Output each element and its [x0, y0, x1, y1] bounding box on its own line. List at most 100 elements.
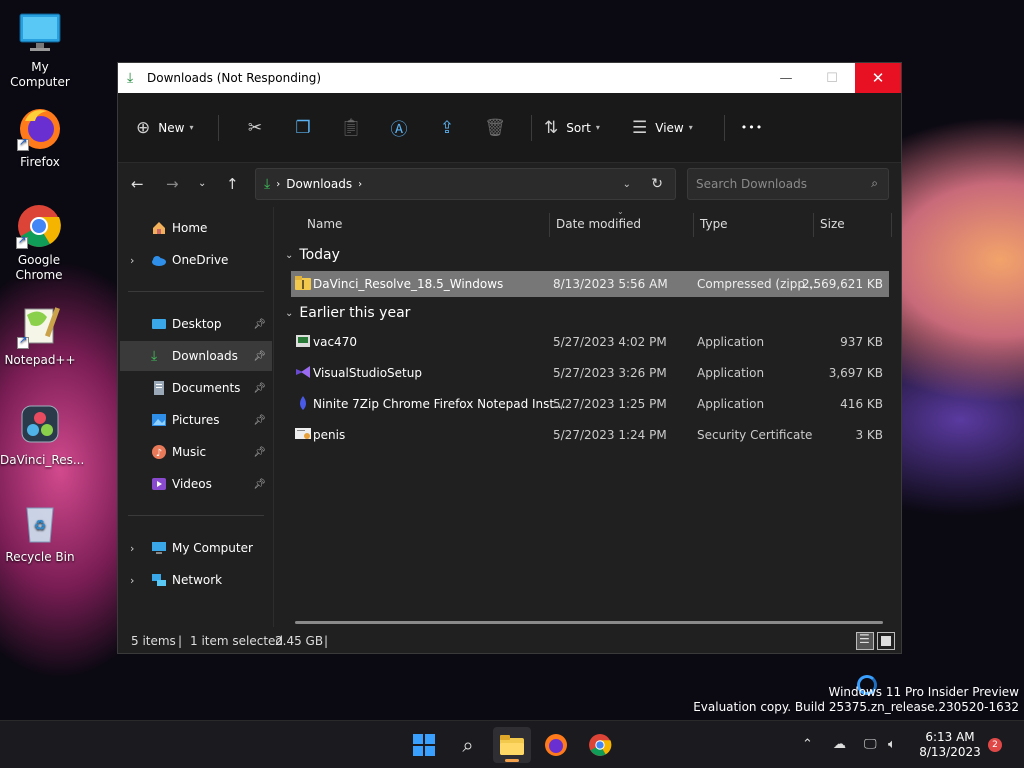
monitor-icon — [17, 10, 63, 56]
paste-button[interactable]: 📋︎ — [327, 112, 375, 144]
file-type: Security Certificate — [697, 428, 813, 442]
nav-item-my-computer[interactable]: › My Computer — [120, 533, 272, 563]
pin-icon[interactable]: 📌︎ — [253, 479, 266, 490]
tray-overflow-chevron-icon[interactable]: ⌃ — [802, 737, 813, 752]
file-name: VisualStudioSetup — [313, 366, 422, 380]
network-disconnected-icon[interactable]: ☁︎ — [833, 737, 846, 752]
column-header-date[interactable]: Date modified — [556, 217, 641, 231]
nav-item-pictures[interactable]: Pictures 📌︎ — [120, 405, 272, 435]
cut-button[interactable]: ✂ — [231, 112, 279, 144]
table-row[interactable]: VisualStudioSetup 5/27/2023 3:26 PM Appl… — [291, 360, 889, 386]
desktop-icon-my-computer[interactable]: My Computer — [0, 10, 80, 90]
watermark-line: Evaluation copy. Build 25375.zn_release.… — [693, 700, 1019, 714]
address-dropdown-chevron-icon[interactable]: ⌄ — [623, 179, 631, 190]
table-row[interactable]: Ninite 7Zip Chrome Firefox Notepad Inst.… — [291, 391, 889, 417]
table-row[interactable]: DaVinci_Resolve_18.5_Windows 8/13/2023 5… — [291, 271, 889, 297]
horizontal-scrollbar[interactable] — [295, 621, 883, 624]
delete-button[interactable]: 🗑︎ — [471, 112, 519, 144]
nav-item-music[interactable]: ♪ Music 📌︎ — [120, 437, 272, 467]
column-header-type[interactable]: Type — [700, 217, 728, 231]
pin-icon[interactable]: 📌︎ — [253, 319, 266, 330]
nav-item-documents[interactable]: Documents 📌︎ — [120, 373, 272, 403]
desktop-icon-label: My Computer — [10, 60, 70, 89]
column-header-size[interactable]: Size — [820, 217, 845, 231]
desktop-icon-chrome[interactable]: Google Chrome — [0, 203, 78, 283]
tiles-view-button[interactable] — [877, 632, 895, 650]
desktop-icon-firefox[interactable]: Firefox — [0, 105, 80, 170]
toolbar-divider — [218, 114, 219, 141]
pin-icon[interactable]: 📌︎ — [253, 351, 266, 362]
rename-button[interactable]: Ⓐ — [375, 112, 423, 144]
chevron-down-icon: ▾ — [595, 123, 600, 132]
minimize-button[interactable]: — — [763, 63, 809, 93]
expand-chevron-icon[interactable]: › — [130, 542, 134, 555]
view-button[interactable]: ☰ View ▾ — [632, 112, 712, 144]
tiles-view-icon — [881, 636, 891, 646]
taskbar-search-button[interactable]: ⌕ — [449, 727, 487, 763]
search-input[interactable] — [696, 177, 856, 191]
volume-icon[interactable]: 🔈︎ — [888, 737, 896, 752]
search-box[interactable]: ⌕ — [687, 168, 889, 200]
details-view-button[interactable]: ☰ — [856, 632, 874, 650]
nav-divider — [128, 291, 264, 292]
pin-icon[interactable]: 📌︎ — [253, 415, 266, 426]
nav-item-desktop[interactable]: Desktop 📌︎ — [120, 309, 272, 339]
nav-label: Downloads — [172, 349, 238, 363]
taskbar-file-explorer[interactable] — [493, 727, 531, 763]
group-label: Earlier this year — [299, 305, 411, 321]
group-header-earlier[interactable]: ⌄ Earlier this year — [285, 305, 410, 321]
taskbar-chrome[interactable] — [581, 727, 619, 763]
expand-chevron-icon[interactable]: › — [130, 574, 134, 587]
more-options-button[interactable]: ••• — [737, 112, 767, 144]
address-bar[interactable]: ⤓ › Downloads › ⌄ ↻ — [255, 168, 676, 200]
taskbar-firefox[interactable] — [537, 727, 575, 763]
toolbar-divider — [531, 114, 532, 141]
nav-item-videos[interactable]: Videos 📌︎ — [120, 469, 272, 499]
desktop-icon-notepadpp[interactable]: Notepad++ — [0, 303, 80, 368]
clock-time: 6:13 AM — [925, 730, 975, 744]
trash-icon: 🗑︎ — [484, 117, 506, 138]
column-divider[interactable] — [549, 213, 550, 237]
desktop-icon-recycle-bin[interactable]: ♻ Recycle Bin — [0, 500, 80, 565]
refresh-icon[interactable]: ↻ — [651, 176, 663, 192]
sort-button[interactable]: ⇅ Sort ▾ — [544, 112, 622, 144]
recent-locations-chevron-icon[interactable]: ⌄ — [198, 178, 206, 189]
close-button[interactable]: ✕ — [855, 63, 901, 93]
column-divider[interactable] — [813, 213, 814, 237]
new-button[interactable]: ⊕ New ▾ — [136, 112, 206, 144]
column-header-name[interactable]: Name — [307, 217, 342, 231]
pin-icon[interactable]: 📌︎ — [253, 447, 266, 458]
start-button[interactable] — [405, 727, 443, 763]
taskbar-clock[interactable]: 6:13 AM 8/13/2023 — [918, 730, 982, 760]
battery-display-icon[interactable]: 🖵︎ — [864, 737, 877, 752]
collapse-chevron-icon: ⌄ — [285, 307, 294, 319]
nav-item-network[interactable]: › Network — [120, 565, 272, 595]
back-arrow-icon[interactable]: ← — [131, 175, 144, 193]
download-arrow-icon: ⤓ — [264, 176, 271, 192]
status-selected: 1 item selected — [190, 634, 284, 648]
nav-item-home[interactable]: Home — [120, 213, 272, 243]
chevron-down-icon: ▾ — [688, 123, 693, 132]
new-label: New — [158, 120, 185, 135]
table-row[interactable]: penis 5/27/2023 1:24 PM Security Certifi… — [291, 422, 889, 448]
clock-date: 8/13/2023 — [919, 745, 981, 759]
toolbar-divider — [724, 114, 725, 141]
copy-button[interactable]: ❐ — [279, 112, 327, 144]
file-date: 8/13/2023 5:56 AM — [553, 277, 668, 291]
title-bar[interactable]: ⤓ Downloads (Not Responding) — ☐ ✕ — [118, 63, 901, 93]
pin-icon[interactable]: 📌︎ — [253, 383, 266, 394]
column-divider[interactable] — [693, 213, 694, 237]
notification-badge[interactable]: 2 — [988, 738, 1002, 752]
column-divider[interactable] — [891, 213, 892, 237]
group-header-today[interactable]: ⌄ Today — [285, 247, 340, 263]
nav-item-downloads[interactable]: ⤓ Downloads 📌︎ — [120, 341, 272, 371]
forward-arrow-icon[interactable]: → — [166, 175, 179, 193]
share-button[interactable]: ⇪ — [423, 112, 471, 144]
desktop-icon-davinci[interactable]: DaVinci_Res... — [0, 403, 84, 468]
expand-chevron-icon[interactable]: › — [130, 254, 134, 267]
nav-item-onedrive[interactable]: › OneDrive — [120, 245, 272, 275]
up-arrow-icon[interactable]: ↑ — [226, 175, 239, 193]
breadcrumb-downloads[interactable]: Downloads — [286, 177, 352, 191]
maximize-button[interactable]: ☐ — [809, 63, 855, 93]
table-row[interactable]: vac470 5/27/2023 4:02 PM Application 937… — [291, 329, 889, 355]
